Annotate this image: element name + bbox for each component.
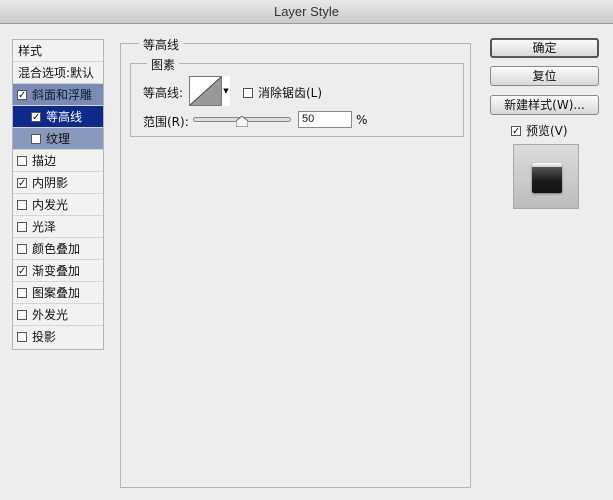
antialias-label: 消除锯齿(L) bbox=[258, 86, 323, 100]
ok-button[interactable]: 确定 bbox=[490, 38, 599, 58]
style-item-inner-shadow[interactable]: 内阴影 bbox=[13, 172, 103, 194]
style-list: 样式 混合选项:默认 斜面和浮雕 等高线 纹理 描边 内阴影 内发光 光泽 颜色… bbox=[12, 39, 104, 350]
inner-glow-checkbox[interactable] bbox=[17, 199, 27, 210]
style-item-label: 内阴影 bbox=[32, 176, 69, 190]
title-bar: Layer Style bbox=[0, 0, 613, 24]
style-item-contour[interactable]: 等高线 bbox=[13, 106, 103, 128]
new-style-button[interactable]: 新建样式(W)... bbox=[490, 95, 599, 115]
range-label: 范围(R): bbox=[143, 115, 189, 129]
preview-label: 预览(V) bbox=[526, 124, 568, 138]
preview-thumbnail bbox=[513, 144, 579, 209]
style-item-drop-shadow[interactable]: 投影 bbox=[13, 326, 103, 348]
style-item-pattern-overlay[interactable]: 图案叠加 bbox=[13, 282, 103, 304]
style-item-label: 图案叠加 bbox=[32, 286, 81, 300]
group-title: 图素 bbox=[147, 56, 180, 73]
style-item-texture[interactable]: 纹理 bbox=[13, 128, 103, 150]
bevel-emboss-checkbox[interactable] bbox=[17, 89, 27, 100]
style-item-bevel-emboss[interactable]: 斜面和浮雕 bbox=[13, 84, 103, 106]
style-item-satin[interactable]: 光泽 bbox=[13, 216, 103, 238]
antialias-checkbox[interactable] bbox=[243, 87, 253, 98]
layer-style-dialog: Layer Style 样式 混合选项:默认 斜面和浮雕 等高线 纹理 描边 内… bbox=[0, 0, 613, 500]
style-item-outer-glow[interactable]: 外发光 bbox=[13, 304, 103, 326]
style-item-gradient-overlay[interactable]: 渐变叠加 bbox=[13, 260, 103, 282]
style-item-label: 等高线 bbox=[46, 110, 83, 124]
style-item-stroke[interactable]: 描边 bbox=[13, 150, 103, 172]
style-item-label: 纹理 bbox=[46, 132, 71, 146]
style-item-label: 颜色叠加 bbox=[32, 242, 81, 256]
range-unit: % bbox=[356, 113, 368, 127]
contour-curve-icon bbox=[189, 76, 222, 106]
gradient-overlay-checkbox[interactable] bbox=[17, 265, 27, 276]
outer-glow-checkbox[interactable] bbox=[17, 309, 27, 320]
contour-label: 等高线: bbox=[143, 86, 184, 100]
style-item-label: 斜面和浮雕 bbox=[32, 88, 93, 102]
antialias-option[interactable]: 消除锯齿(L) bbox=[243, 84, 322, 101]
preview-option[interactable]: 预览(V) bbox=[511, 122, 568, 139]
contour-dropdown-arrow[interactable]: ▼ bbox=[221, 76, 230, 106]
inner-shadow-checkbox[interactable] bbox=[17, 177, 27, 188]
preview-checkbox[interactable] bbox=[511, 125, 521, 136]
style-item-label: 投影 bbox=[32, 330, 57, 344]
stroke-checkbox[interactable] bbox=[17, 155, 27, 166]
style-item-inner-glow[interactable]: 内发光 bbox=[13, 194, 103, 216]
style-item-label: 内发光 bbox=[32, 198, 69, 212]
style-item-label: 渐变叠加 bbox=[32, 264, 81, 278]
style-item-color-overlay[interactable]: 颜色叠加 bbox=[13, 238, 103, 260]
color-overlay-checkbox[interactable] bbox=[17, 243, 27, 254]
style-item-label: 光泽 bbox=[32, 220, 57, 234]
drop-shadow-checkbox[interactable] bbox=[17, 331, 27, 342]
style-list-header[interactable]: 样式 bbox=[13, 40, 103, 62]
style-item-label: 外发光 bbox=[32, 308, 69, 322]
panel-title: 等高线 bbox=[139, 36, 184, 53]
style-item-blending-options[interactable]: 混合选项:默认 bbox=[13, 62, 103, 84]
range-input[interactable]: 50 bbox=[298, 111, 352, 128]
texture-checkbox[interactable] bbox=[31, 133, 41, 144]
contour-checkbox[interactable] bbox=[31, 111, 41, 122]
satin-checkbox[interactable] bbox=[17, 221, 27, 232]
reset-button[interactable]: 复位 bbox=[490, 66, 599, 86]
contour-panel: 等高线 图素 bbox=[120, 36, 471, 488]
preview-swatch bbox=[532, 163, 562, 193]
style-item-label: 描边 bbox=[32, 154, 57, 168]
pattern-overlay-checkbox[interactable] bbox=[17, 287, 27, 298]
range-slider-thumb[interactable] bbox=[236, 116, 248, 127]
